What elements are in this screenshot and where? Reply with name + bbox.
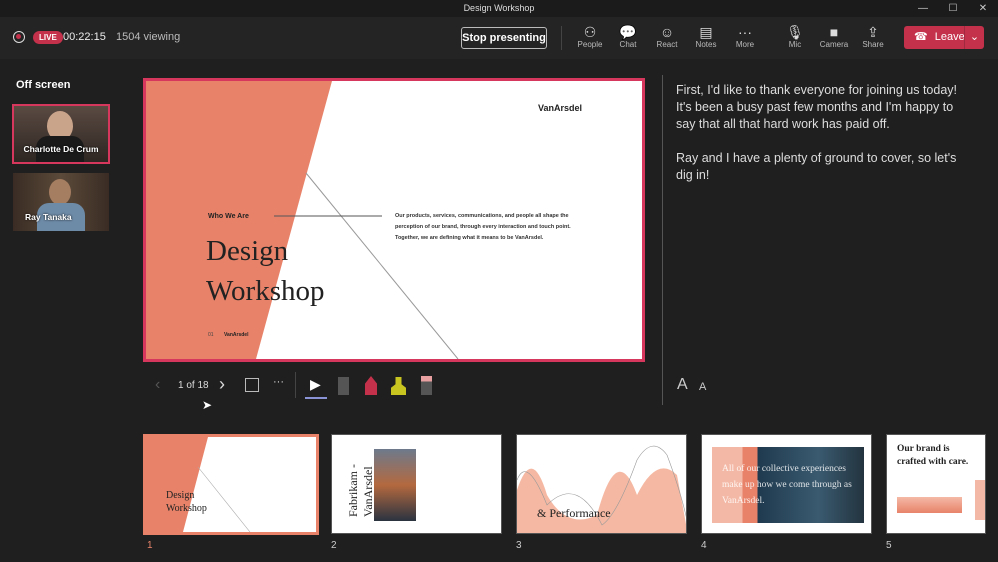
- viewer-count: 1504 viewing: [116, 31, 181, 43]
- slide-overview-icon[interactable]: [245, 378, 259, 392]
- more-icon: ···: [738, 24, 752, 40]
- thumbnail-title: Our brand is crafted with care.: [897, 444, 969, 467]
- mic-label: Mic: [788, 40, 802, 49]
- notes-paragraph: Ray and I have a plenty of ground to cov…: [676, 151, 957, 182]
- thumbnail-title: All of our collective experiences make u…: [722, 464, 852, 506]
- slide-thumbnail[interactable]: & Performance: [516, 434, 687, 534]
- chat-label: Chat: [619, 40, 637, 49]
- react-label: React: [656, 40, 678, 49]
- leave-options-chevron-icon[interactable]: ⌄: [964, 26, 984, 49]
- mic-icon: 🎙: [786, 24, 804, 40]
- camera-icon: ■: [829, 24, 839, 40]
- slide-brand: VanArsdel: [538, 103, 583, 113]
- off-screen-heading: Off screen: [16, 79, 71, 91]
- slide-footer-number: 01: [208, 332, 214, 338]
- thumbnail-image: [897, 497, 962, 513]
- title-bar: Design Workshop: [0, 0, 998, 17]
- avatar: [49, 179, 71, 205]
- laser-pointer-icon[interactable]: [338, 377, 349, 395]
- window-title: Design Workshop: [463, 3, 535, 13]
- mic-button[interactable]: 🎙 Mic: [777, 24, 813, 49]
- participant-tile[interactable]: Charlotte De Crum: [12, 104, 110, 164]
- divider: [295, 372, 296, 398]
- people-label: People: [577, 40, 603, 49]
- maximize-button[interactable]: ☐: [938, 0, 968, 17]
- increase-font-button[interactable]: A: [677, 376, 688, 394]
- divider: [561, 26, 562, 50]
- phone-icon: ☎: [914, 31, 928, 43]
- react-icon: ☺: [659, 24, 675, 40]
- decrease-font-button[interactable]: A: [699, 381, 706, 393]
- thumbnail-title: Fabrikam - VanArsdel: [346, 464, 375, 517]
- speaker-notes: First, I'd like to thank everyone for jo…: [676, 82, 966, 184]
- pointer-tool-icon[interactable]: ▶: [310, 376, 321, 393]
- thumbnail-number: 5: [886, 540, 892, 551]
- recording-icon: [13, 31, 25, 43]
- slide-title-line: Workshop: [206, 275, 325, 307]
- minimize-button[interactable]: —: [908, 0, 938, 17]
- more-button[interactable]: ··· More: [727, 24, 763, 49]
- thumbnail-number: 1: [147, 540, 153, 551]
- notes-paragraph: First, I'd like to thank everyone for jo…: [676, 83, 957, 131]
- slide-kicker: Who We Are: [208, 213, 249, 220]
- slide-thumbnail[interactable]: All of our collective experiences make u…: [701, 434, 872, 534]
- slide-thumbnail[interactable]: Design Workshop: [143, 434, 319, 535]
- share-button[interactable]: ⇪ Share: [855, 24, 891, 49]
- chat-icon: 💬: [619, 24, 637, 40]
- active-tool-indicator: [305, 397, 327, 399]
- slide-canvas: VanArsdel Who We Are Design Workshop Our …: [143, 78, 645, 362]
- camera-label: Camera: [819, 40, 849, 49]
- participant-name: Charlotte De Crum: [23, 144, 99, 154]
- participant-tile[interactable]: Ray Tanaka: [13, 173, 109, 231]
- red-pen-icon[interactable]: [365, 376, 377, 395]
- live-badge: LIVE: [33, 31, 63, 44]
- thumbnail-number: 3: [516, 540, 522, 551]
- slide-footer-brand: VanArsdel: [224, 332, 249, 338]
- next-slide-button[interactable]: ›: [219, 374, 225, 395]
- thumbnail-number: 2: [331, 540, 337, 551]
- slide-title: Design Workshop: [206, 231, 325, 311]
- react-button[interactable]: ☺ React: [649, 24, 685, 49]
- thumbnail-graphic: [146, 437, 251, 532]
- notes-button[interactable]: ▤ Notes: [688, 24, 724, 49]
- notes-label: Notes: [695, 40, 717, 49]
- camera-button[interactable]: ■ Camera: [816, 24, 852, 49]
- share-icon: ⇪: [867, 24, 879, 40]
- slide-thumbnail[interactable]: Fabrikam - VanArsdel: [331, 434, 502, 534]
- highlighter-icon[interactable]: [391, 377, 406, 395]
- share-label: Share: [862, 40, 884, 49]
- slide-title-line: Design: [206, 235, 289, 267]
- thumbnail-image: [975, 480, 985, 520]
- thumbnail-title: & Performance: [537, 506, 611, 520]
- thumbnail-number: 4: [701, 540, 707, 551]
- eraser-icon[interactable]: [421, 376, 432, 395]
- notes-divider: [662, 75, 663, 405]
- leave-label: Leave: [934, 31, 965, 43]
- page-indicator: 1 of 18: [178, 380, 209, 391]
- leave-button[interactable]: ☎ Leave ⌄: [904, 26, 984, 49]
- chat-button[interactable]: 💬 Chat: [610, 24, 646, 49]
- mouse-cursor: ➤: [202, 398, 213, 412]
- elapsed-time: 00:22:15: [63, 31, 106, 43]
- notes-icon: ▤: [699, 24, 713, 40]
- people-icon: ⚇: [583, 24, 597, 40]
- slide-body: Our products, services, communications, …: [395, 213, 571, 241]
- slide-thumbnail[interactable]: Our brand is crafted with care.: [886, 434, 986, 534]
- more-options-icon[interactable]: ···: [273, 376, 284, 388]
- previous-slide-button[interactable]: ‹: [155, 376, 160, 394]
- stop-presenting-button[interactable]: Stop presenting: [461, 27, 547, 49]
- thumbnail-image: [374, 449, 416, 521]
- more-label: More: [735, 40, 755, 49]
- close-button[interactable]: ✕: [968, 0, 998, 17]
- participant-name: Ray Tanaka: [25, 212, 72, 222]
- thumbnail-title: Design Workshop: [166, 490, 207, 514]
- people-button[interactable]: ⚇ People: [572, 24, 608, 49]
